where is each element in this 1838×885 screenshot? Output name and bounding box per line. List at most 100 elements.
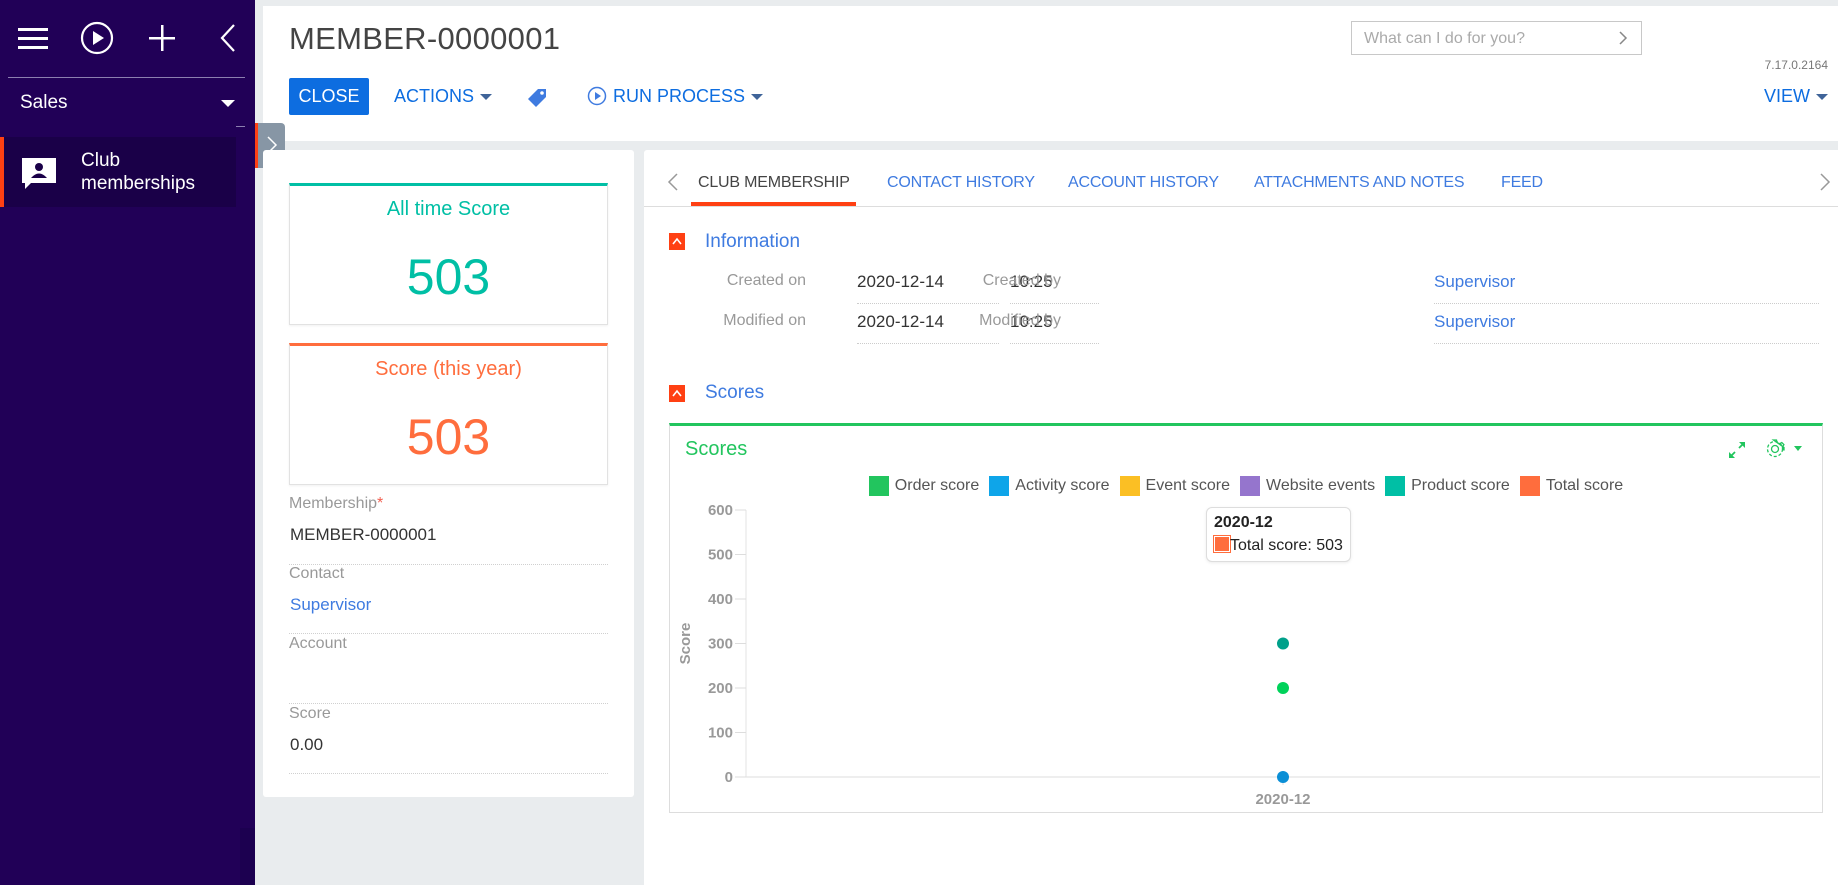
field-underline [289,773,608,774]
y-tick-label: 200 [708,680,733,697]
contact-field[interactable]: Contact Supervisor [289,565,608,634]
sidebar-toolbar [0,0,255,76]
actions-button[interactable]: ACTIONS [394,78,493,115]
membership-card-icon [22,158,56,189]
version-label: 7.17.0.2164 [1764,58,1828,72]
tooltip-text: Total score: 503 [1230,537,1343,554]
data-point-product-score [1277,637,1289,650]
command-search-input[interactable] [1364,28,1604,50]
collapse-left-icon[interactable] [210,20,246,56]
sidebar-item-label: Club memberships [81,149,195,195]
modified-on-date[interactable]: 2020-12-14 [857,312,944,332]
x-tick-label: 2020-12 [1255,791,1310,808]
tooltip-swatch [1213,535,1231,553]
tabs-separator [644,206,1838,207]
membership-value[interactable]: MEMBER-0000001 [290,525,436,545]
membership-field[interactable]: Membership* MEMBER-0000001 [289,495,608,565]
y-tick-label: 600 [708,502,733,519]
tooltip-row: Total score: 503 [1213,535,1343,555]
membership-label-text: Membership [289,495,378,512]
field-underline [1010,343,1099,344]
page-title: MEMBER-0000001 [289,21,561,56]
all-time-score-label: All time Score [386,198,511,220]
information-group-title[interactable]: Information [705,231,800,253]
chevron-down-icon [1816,94,1828,101]
created-by-label: Created by [982,272,1061,289]
field-underline [289,703,608,704]
required-marker: * [377,495,384,512]
profile-panel: All time Score 503 Score (this year) 503… [263,150,634,797]
run-process-icon [587,86,607,106]
y-tick-label: 400 [708,591,733,608]
menu-icon[interactable] [15,20,51,56]
chevron-left-icon[interactable] [666,172,680,192]
run-process-button[interactable]: RUN PROCESS [587,78,764,115]
year-score-value: 503 [406,409,491,465]
created-on-label: Created on [726,272,806,289]
tab-account-history[interactable]: ACCOUNT HISTORY [1068,174,1219,192]
sidebar: Sales Club memberships [0,0,255,885]
field-underline [1434,303,1819,304]
y-tick-label: 100 [708,725,733,742]
score-value[interactable]: 0.00 [290,735,323,755]
field-underline [289,633,608,634]
contact-value-link[interactable]: Supervisor [290,595,371,615]
score-label: Score [289,705,331,722]
scores-group-title[interactable]: Scores [705,382,764,404]
contact-label: Contact [289,565,345,582]
chevron-down-icon [221,100,235,107]
modified-by-label: Modified by [979,312,1061,329]
account-field[interactable]: Account [289,635,608,704]
sidebar-divider-small [236,126,245,127]
information-collapse-toggle[interactable] [669,233,685,250]
all-time-score-tile: All time Score 503 [289,183,608,325]
tab-club-membership[interactable]: CLUB MEMBERSHIP [698,174,850,192]
field-underline [1434,343,1819,344]
chevron-down-icon [751,94,764,101]
chart-tooltip: 2020-12 Total score: 503 [1206,507,1351,562]
data-point-activity-score [1277,771,1289,783]
tag-icon[interactable] [527,88,547,108]
chevron-right-icon[interactable] [1818,172,1832,192]
y-tick-label: 300 [708,636,733,653]
chevron-up-icon [672,237,682,245]
y-tick-label: 500 [708,547,733,564]
account-label: Account [289,635,347,652]
modified-by-link[interactable]: Supervisor [1434,312,1515,332]
sidebar-divider [8,77,245,78]
created-on-date[interactable]: 2020-12-14 [857,272,944,292]
workplace-label: Sales [20,92,68,113]
view-label: VIEW [1763,86,1810,106]
y-tick-label: 0 [725,769,733,786]
year-score-label: Score (this year) [375,358,522,380]
tab-contact-history[interactable]: CONTACT HISTORY [887,174,1035,192]
sidebar-scroll-strip [240,828,255,885]
tab-attachments-and-notes[interactable]: ATTACHMENTS AND NOTES [1254,174,1465,192]
run-process-label: RUN PROCESS [613,86,746,106]
data-point-order-score [1277,682,1289,694]
modified-on-label: Modified on [723,312,806,329]
scores-collapse-toggle[interactable] [669,385,685,402]
run-process-icon[interactable] [79,20,115,56]
tab-feed[interactable]: FEED [1501,174,1543,192]
chevron-up-icon [672,389,682,397]
page-header: MEMBER-0000001 CLOSE ACTIONS RUN PROCESS… [263,6,1838,141]
y-axis-title: Score [677,623,694,665]
scores-chart-widget: Scores Order score Activity score Event sc… [669,423,1823,813]
created-by-link[interactable]: Supervisor [1434,272,1515,292]
membership-label: Membership* [289,495,608,513]
command-search[interactable] [1351,21,1642,55]
close-button[interactable]: CLOSE [289,78,369,115]
field-underline [857,303,999,304]
sidebar-item-label-line1: Club [81,150,121,171]
scores-chart-plot: 0 100 200 300 400 500 600 Score 2020-12 [677,502,1820,808]
all-time-score-value: 503 [406,249,491,305]
workplace-selector[interactable]: Sales [20,92,235,114]
sidebar-item-club-memberships[interactable]: Club memberships [0,137,236,207]
score-field[interactable]: Score 0.00 [289,705,608,774]
field-underline [857,343,999,344]
chevron-down-icon [480,94,493,101]
add-icon[interactable] [144,20,180,56]
view-button[interactable]: VIEW [1764,78,1828,115]
chevron-right-icon[interactable] [1615,30,1631,46]
